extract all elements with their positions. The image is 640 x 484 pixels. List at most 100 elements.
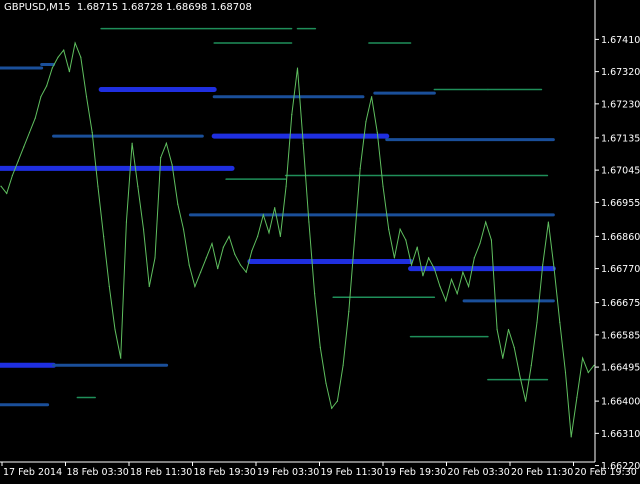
price-point-37 bbox=[211, 242, 213, 245]
y-tick-label-11: 1.66400 bbox=[601, 397, 640, 408]
price-point-17 bbox=[97, 185, 99, 187]
symbol-timeframe: GBPUSD,M15 bbox=[4, 2, 71, 13]
y-tick-label-10: 1.66495 bbox=[601, 363, 640, 374]
x-tick-label-8: 20 Feb 11:30 bbox=[511, 467, 573, 478]
price-point-34 bbox=[194, 285, 196, 288]
price-point-67 bbox=[382, 185, 384, 187]
price-point-69 bbox=[393, 257, 396, 259]
price-point-7 bbox=[40, 96, 42, 98]
price-point-38 bbox=[217, 268, 219, 270]
price-point-66 bbox=[376, 131, 378, 134]
price-point-72 bbox=[410, 264, 413, 266]
price-point-56 bbox=[319, 346, 321, 348]
price-point-93 bbox=[530, 364, 532, 366]
price-point-15 bbox=[85, 96, 88, 98]
price-point-103 bbox=[587, 371, 589, 374]
price-point-41 bbox=[234, 253, 236, 255]
price-point-32 bbox=[182, 228, 185, 230]
price-point-76 bbox=[433, 268, 435, 270]
y-tick-label-8: 1.66675 bbox=[601, 298, 640, 309]
x-tick-label-3: 18 Feb 19:30 bbox=[194, 467, 256, 478]
x-tick-label-1: 18 Feb 03:30 bbox=[67, 467, 129, 478]
price-point-98 bbox=[559, 321, 561, 323]
price-point-47 bbox=[268, 232, 270, 234]
x-tick-label-4: 19 Feb 03:30 bbox=[257, 467, 319, 478]
price-point-83 bbox=[473, 257, 475, 259]
price-point-24 bbox=[137, 185, 139, 187]
price-point-48 bbox=[274, 207, 276, 209]
price-point-8 bbox=[46, 85, 48, 87]
price-point-39 bbox=[222, 246, 224, 248]
price-point-104 bbox=[593, 364, 595, 366]
price-point-65 bbox=[371, 96, 373, 98]
y-tick-label-12: 1.66310 bbox=[601, 429, 640, 440]
price-point-54 bbox=[308, 221, 310, 223]
price-point-84 bbox=[479, 242, 481, 245]
price-point-61 bbox=[348, 310, 350, 313]
price-point-64 bbox=[365, 121, 367, 123]
price-point-79 bbox=[450, 278, 453, 280]
price-point-40 bbox=[228, 235, 230, 237]
y-tick-label-7: 1.66770 bbox=[601, 264, 640, 275]
price-point-77 bbox=[439, 285, 441, 288]
price-chart[interactable]: 1.67410 1.67320 1.67230 1.67135 1.67045 1.669… bbox=[0, 0, 640, 480]
price-point-2 bbox=[11, 174, 14, 177]
price-point-94 bbox=[536, 321, 538, 323]
price-point-0 bbox=[0, 185, 2, 187]
price-point-52 bbox=[296, 67, 299, 69]
price-point-101 bbox=[576, 396, 578, 399]
price-point-57 bbox=[325, 382, 327, 384]
x-tick-label-0: 17 Feb 2014 bbox=[3, 467, 62, 478]
price-point-89 bbox=[507, 328, 510, 331]
price-point-22 bbox=[125, 221, 128, 223]
chart-title: GBPUSD,M15 1.68715 1.68728 1.68698 1.687… bbox=[4, 2, 252, 13]
price-point-28 bbox=[160, 156, 162, 159]
x-tick-label-6: 19 Feb 19:30 bbox=[384, 467, 446, 478]
price-point-33 bbox=[188, 264, 190, 266]
price-point-19 bbox=[108, 285, 110, 288]
price-point-75 bbox=[428, 257, 430, 259]
price-point-99 bbox=[564, 371, 567, 374]
price-point-55 bbox=[314, 293, 316, 295]
price-point-3 bbox=[17, 160, 19, 162]
price-point-13 bbox=[74, 42, 76, 44]
y-tick-label-4: 1.67045 bbox=[601, 166, 640, 177]
x-tick-label-5: 19 Feb 11:30 bbox=[321, 467, 383, 478]
price-point-9 bbox=[51, 67, 53, 69]
y-tick-label-6: 1.66860 bbox=[601, 232, 640, 243]
price-point-23 bbox=[131, 142, 133, 144]
price-point-88 bbox=[502, 357, 504, 359]
price-point-6 bbox=[34, 117, 36, 119]
price-point-96 bbox=[547, 221, 549, 223]
price-point-58 bbox=[331, 407, 333, 409]
price-point-70 bbox=[399, 228, 401, 230]
price-point-25 bbox=[142, 228, 145, 230]
price-point-43 bbox=[245, 271, 247, 273]
price-point-42 bbox=[239, 264, 242, 266]
price-point-35 bbox=[199, 271, 202, 273]
price-point-71 bbox=[405, 239, 407, 241]
price-point-95 bbox=[542, 264, 544, 266]
price-point-82 bbox=[467, 285, 470, 288]
price-point-30 bbox=[171, 164, 173, 166]
price-point-21 bbox=[120, 357, 122, 359]
price-point-5 bbox=[28, 131, 31, 134]
price-point-46 bbox=[262, 214, 264, 216]
x-tick-label-9: 20 Feb 19:30 bbox=[575, 467, 637, 478]
price-point-87 bbox=[496, 328, 498, 331]
price-point-12 bbox=[68, 71, 71, 73]
price-point-10 bbox=[57, 56, 59, 58]
ohlc-quote: 1.68715 1.68728 1.68698 1.68708 bbox=[76, 2, 252, 13]
price-point-51 bbox=[291, 114, 293, 116]
price-point-60 bbox=[342, 364, 344, 366]
chart-window: 1.67410 1.67320 1.67230 1.67135 1.67045 1.669… bbox=[0, 0, 640, 480]
price-point-63 bbox=[359, 167, 361, 169]
price-point-14 bbox=[80, 56, 82, 58]
price-point-1 bbox=[6, 192, 8, 194]
price-point-91 bbox=[519, 375, 521, 377]
x-tick-label-2: 18 Feb 11:30 bbox=[130, 467, 192, 478]
price-point-45 bbox=[256, 235, 259, 237]
price-point-20 bbox=[114, 328, 116, 331]
price-point-74 bbox=[422, 275, 424, 277]
price-point-81 bbox=[462, 271, 464, 273]
